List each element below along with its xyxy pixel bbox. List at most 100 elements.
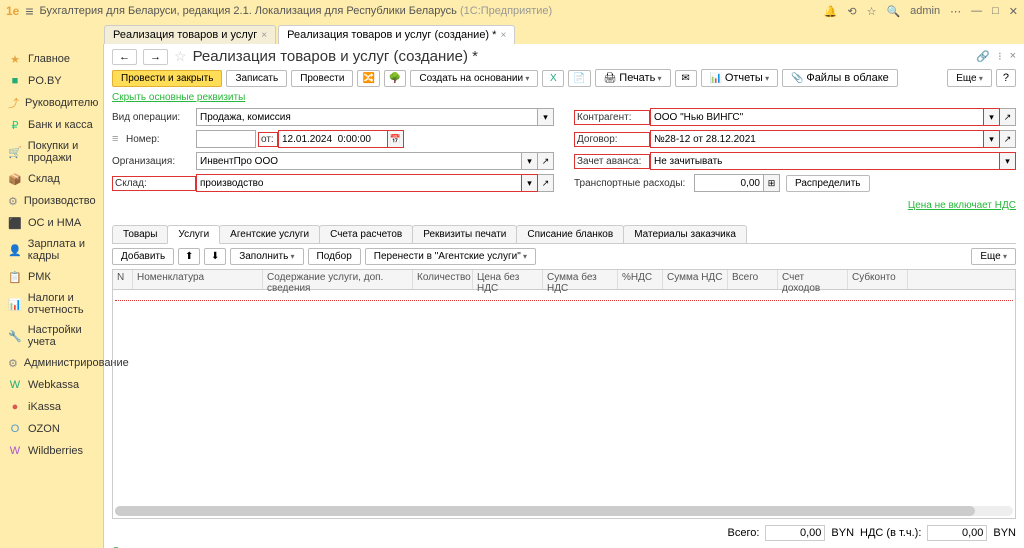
sidebar-item[interactable]: 📋РМК [0,266,103,288]
sidebar-item[interactable]: WWildberries [0,440,103,462]
subtab[interactable]: Счета расчетов [319,225,413,243]
num-input[interactable] [196,130,256,148]
open-icon[interactable]: ↗ [1000,108,1016,126]
add-button[interactable]: Добавить [112,248,174,265]
open-icon[interactable]: ↗ [1000,130,1016,148]
column-header[interactable]: N [113,270,133,289]
back-button[interactable]: ← [112,49,137,65]
menu-dots-icon[interactable]: ⋯ [950,5,961,18]
column-header[interactable]: Количество [413,270,473,289]
column-header[interactable]: Всего [728,270,778,289]
open-icon[interactable]: ↗ [538,152,554,170]
move-button[interactable]: Перенести в "Агентские услуги" [365,248,536,265]
close-doc-icon[interactable]: × [1010,50,1016,63]
more-icon[interactable]: ⁝ [998,50,1002,63]
dog-input[interactable] [650,130,984,148]
column-header[interactable]: Субконто [848,270,908,289]
reports-button[interactable]: 📊 Отчеты [701,69,779,87]
bell-icon[interactable]: 🔔 [824,5,838,18]
post-close-button[interactable]: Провести и закрыть [112,70,222,87]
org-input[interactable] [196,152,522,170]
excel-icon[interactable]: X [542,70,564,87]
user-label[interactable]: admin [910,5,940,17]
sidebar-item[interactable]: ■PO.BY [0,70,103,92]
fill-button[interactable]: Заполнить [230,248,303,265]
ca-input[interactable] [650,108,984,126]
create-based-button[interactable]: Создать на основании [410,70,538,87]
envelope-icon[interactable]: ✉ [675,70,697,87]
subtab[interactable]: Реквизиты печати [412,225,517,243]
files-button[interactable]: 📎 Файлы в облаке [782,69,898,87]
dropdown-icon[interactable]: ▾ [1000,152,1016,170]
more-button[interactable]: Еще [947,69,992,87]
sidebar-item[interactable]: WWebkassa [0,374,103,396]
subtab[interactable]: Товары [112,225,168,243]
subtab[interactable]: Услуги [167,225,220,244]
calc-icon[interactable]: ⊞ [764,174,780,192]
tab-close-icon[interactable]: × [261,30,267,41]
data-grid[interactable]: NНоменклатураСодержание услуги, доп. све… [112,269,1016,519]
maximize-icon[interactable]: □ [992,5,999,17]
post-button[interactable]: Провести [291,70,353,87]
structure-icon[interactable]: 🌳 [384,70,406,87]
sidebar-item[interactable]: 🛒Покупки и продажи [0,136,103,168]
dropdown-icon[interactable]: ▾ [984,108,1000,126]
doc-tab[interactable]: Реализация товаров и услуг (создание) *× [278,25,515,44]
scrollbar-thumb[interactable] [115,506,975,516]
sidebar-item[interactable]: ★Главное [0,48,103,70]
close-icon[interactable]: ✕ [1009,5,1018,18]
wh-input[interactable] [196,174,522,192]
tab-close-icon[interactable]: × [500,30,506,41]
subtab[interactable]: Материалы заказчика [623,225,747,243]
doc-tab[interactable]: Реализация товаров и услуг× [104,25,276,44]
sidebar-item[interactable]: ⚙Производство [0,190,103,212]
select-button[interactable]: Подбор [308,248,361,265]
forward-button[interactable]: → [143,49,168,65]
record-button[interactable]: Записать [226,70,287,87]
dropdown-icon[interactable]: ▾ [984,130,1000,148]
pdf-icon[interactable]: 📄 [568,70,590,87]
sidebar-item[interactable]: ₽Банк и касса [0,114,103,136]
sidebar-item[interactable]: ⬛ОС и НМА [0,212,103,234]
column-header[interactable]: %НДС [618,270,663,289]
up-icon[interactable]: ⬆ [178,248,200,265]
history-icon[interactable]: ⟲ [847,5,856,18]
sidebar-item[interactable]: 📊Налоги и отчетность [0,288,103,320]
dropdown-icon[interactable]: ▾ [538,108,554,126]
sidebar-item[interactable]: ●iKassa [0,396,103,418]
op-input[interactable] [196,108,538,126]
column-header[interactable]: Цена без НДС [473,270,543,289]
subtab[interactable]: Списание бланков [516,225,624,243]
open-icon[interactable]: ↗ [538,174,554,192]
tr-input[interactable] [694,174,764,192]
vat-link[interactable]: Цена не включает НДС [908,200,1016,211]
za-input[interactable] [650,152,1000,170]
column-header[interactable]: Счет доходов [778,270,848,289]
date-input[interactable] [278,130,388,148]
column-header[interactable]: Номенклатура [133,270,263,289]
minimize-icon[interactable]: — [971,5,982,17]
sidebar-item[interactable]: ⤴Руководителю [0,92,103,114]
menu-icon[interactable]: ≡ [25,3,33,19]
sidebar-item[interactable]: ⚙Администрирование [0,352,103,374]
dropdown-icon[interactable]: ▾ [522,174,538,192]
print-button[interactable]: 🖨 Печать [595,69,671,87]
sidebar-item[interactable]: 👤Зарплата и кадры [0,234,103,266]
hide-main-link[interactable]: Скрыть основные реквизиты [112,92,245,103]
help-button[interactable]: ? [996,69,1016,87]
sidebar-item[interactable]: 📦Склад [0,168,103,190]
subtab[interactable]: Агентские услуги [219,225,320,243]
sidebar-item[interactable]: OOZON [0,418,103,440]
column-header[interactable]: Сумма НДС [663,270,728,289]
search-icon[interactable]: 🔍 [886,5,900,18]
star-icon[interactable]: ☆ [867,5,877,18]
favorite-icon[interactable]: ☆ [174,48,187,65]
down-icon[interactable]: ⬇ [204,248,226,265]
column-header[interactable]: Сумма без НДС [543,270,618,289]
movements-icon[interactable]: 🔀 [357,70,379,87]
distribute-button[interactable]: Распределить [786,175,870,192]
grid-more-button[interactable]: Еще [971,248,1016,265]
sidebar-item[interactable]: 🔧Настройки учета [0,320,103,352]
link-icon[interactable]: 🔗 [976,50,990,63]
dropdown-icon[interactable]: ▾ [522,152,538,170]
